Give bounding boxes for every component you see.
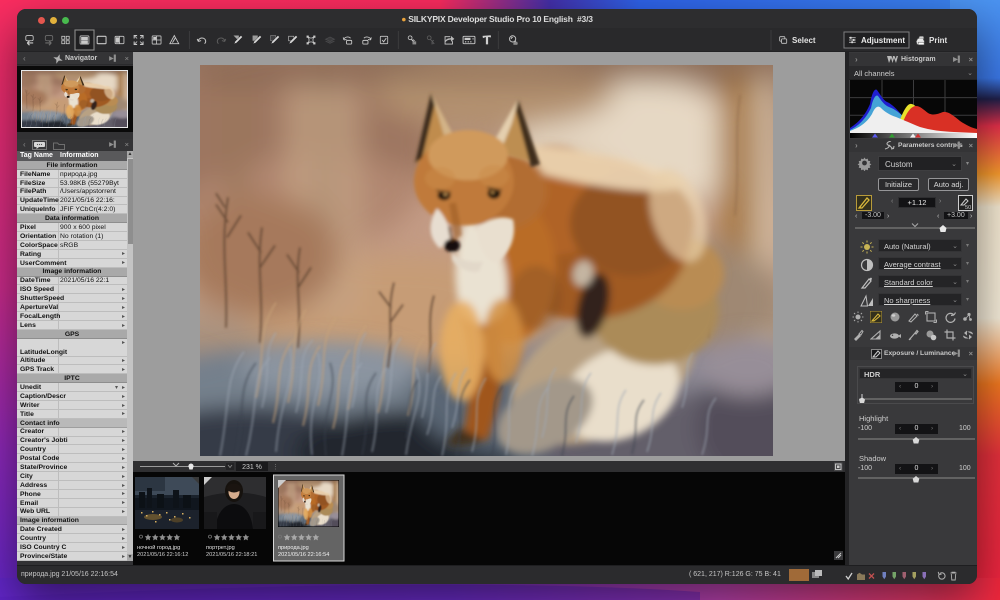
svg-text:природа.jpg: природа.jpg	[278, 545, 309, 551]
svg-text:2021/05/16 22:16:12: 2021/05/16 22:16:12	[137, 552, 188, 558]
svg-text:Adjustment: Adjustment	[861, 36, 905, 45]
svg-text:231 %: 231 %	[242, 464, 262, 471]
svg-text:ночной город.jpg: ночной город.jpg	[137, 544, 180, 551]
svg-text:Select: Select	[792, 36, 816, 45]
svg-text:2021/05/16 22:16:54: 2021/05/16 22:16:54	[278, 552, 329, 558]
svg-text:2021/05/16 22:18:21: 2021/05/16 22:18:21	[206, 552, 257, 558]
svg-text:⋮: ⋮	[272, 464, 279, 471]
svg-text:портрет.jpg: портрет.jpg	[206, 545, 235, 551]
svg-text:50: 50	[965, 205, 971, 210]
svg-text:Print: Print	[929, 36, 948, 45]
